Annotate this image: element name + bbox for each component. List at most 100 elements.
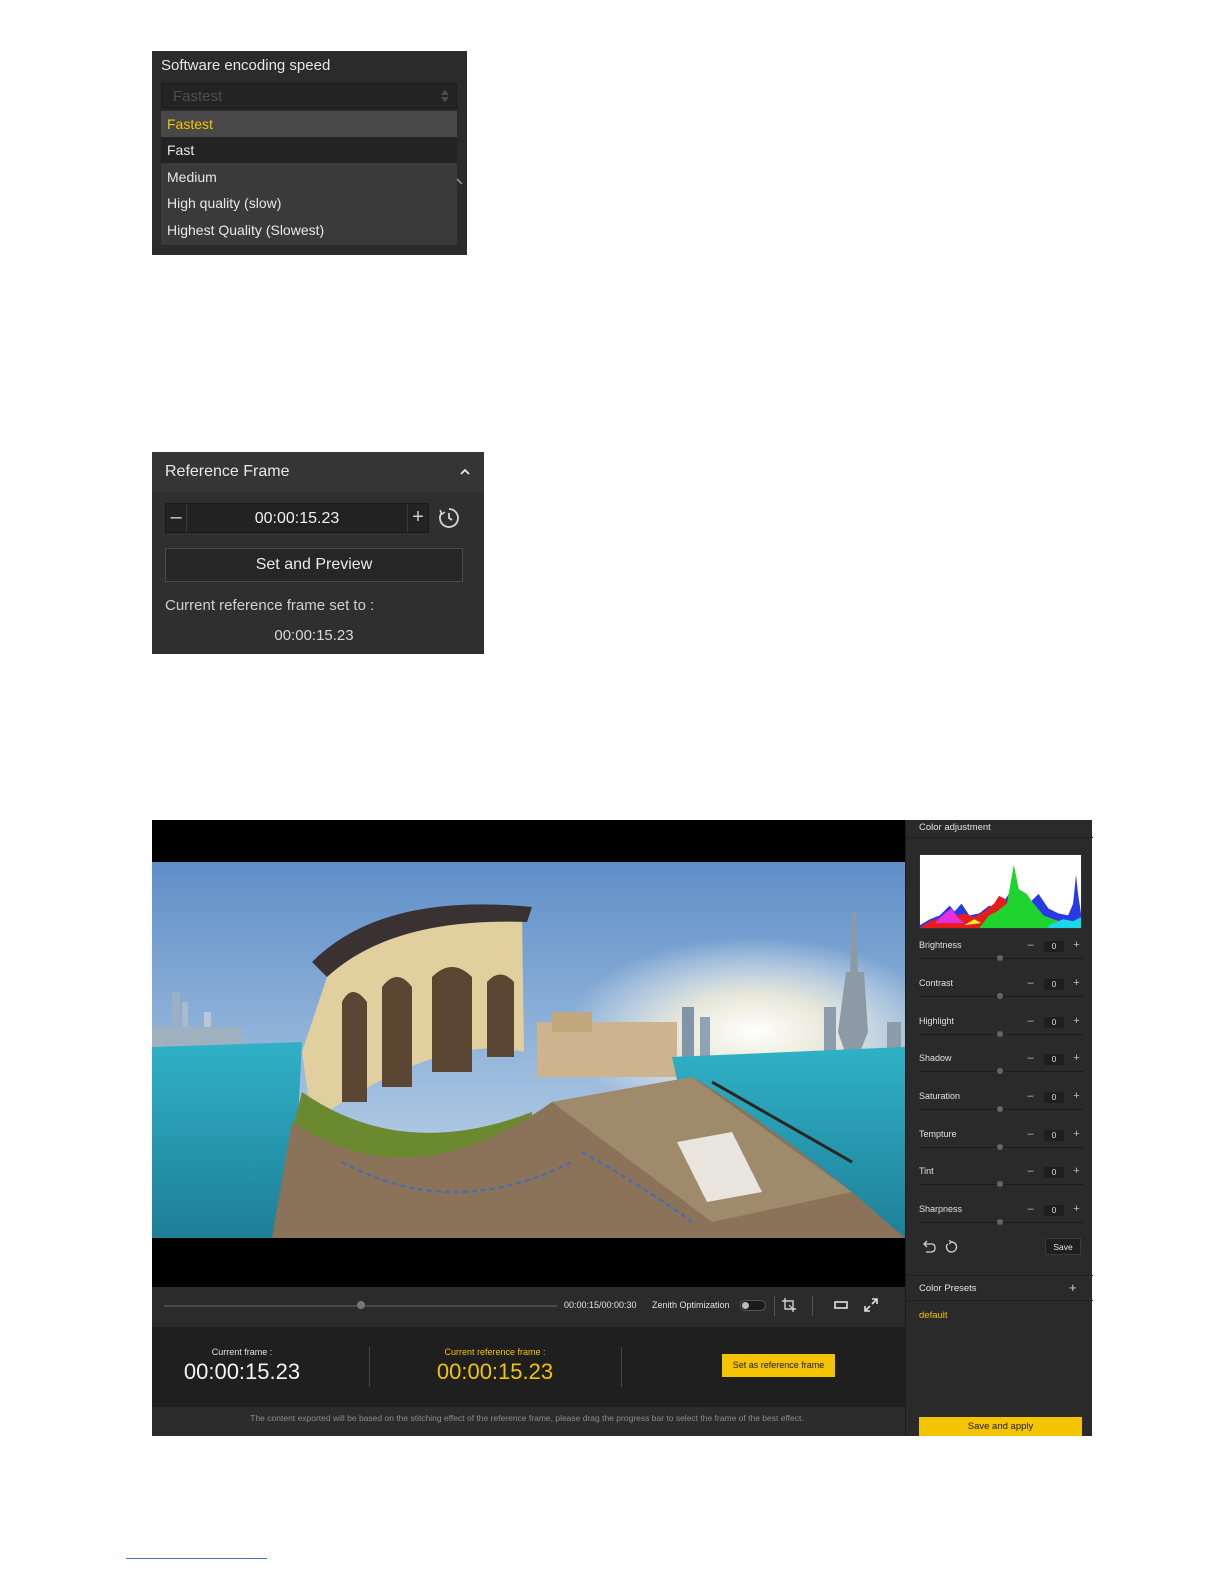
slider-handle[interactable]	[997, 1144, 1003, 1150]
increment-button[interactable]: +	[407, 504, 428, 532]
slider-handle[interactable]	[997, 1106, 1003, 1112]
encoding-speed-panel: Software encoding speed Fastest Fastest …	[152, 51, 467, 255]
adjustment-label: Tempture	[919, 1129, 957, 1139]
adjustment-label: Highlight	[919, 1016, 955, 1026]
slider-handle[interactable]	[997, 1031, 1003, 1037]
decrement-button[interactable]: –	[166, 504, 187, 532]
current-frame-value: 00:00:15.23	[183, 1359, 301, 1384]
zenith-optimization-toggle[interactable]	[740, 1300, 766, 1311]
scrollbar-corner-icon	[456, 178, 463, 185]
timeline-bar: 00:00:15/00:00:30 Zenith Optimization	[152, 1287, 905, 1327]
clock-icon[interactable]	[438, 507, 460, 529]
brightness-decrement[interactable]: –	[1025, 940, 1036, 952]
menu-option-high-quality[interactable]: High quality (slow)	[161, 190, 457, 216]
saturation-control: Saturation – 0 +	[919, 1091, 1084, 1127]
sharpness-value[interactable]: 0	[1044, 1205, 1064, 1216]
panorama-preview-image	[152, 862, 905, 1238]
save-and-apply-button[interactable]: Save and apply	[919, 1417, 1082, 1436]
sharpness-decrement[interactable]: –	[1025, 1204, 1036, 1216]
sharpness-control: Sharpness – 0 +	[919, 1204, 1084, 1240]
slider-handle[interactable]	[997, 1068, 1003, 1074]
slider-handle[interactable]	[997, 993, 1003, 999]
contrast-control: Contrast – 0 +	[919, 978, 1084, 1014]
current-reference-value: 00:00:15.23	[274, 627, 354, 644]
contrast-value[interactable]: 0	[1044, 979, 1064, 990]
slider-handle[interactable]	[997, 1181, 1003, 1187]
brightness-value[interactable]: 0	[1044, 941, 1064, 952]
reset-icon[interactable]	[944, 1240, 958, 1254]
preset-default[interactable]: default	[919, 1310, 948, 1321]
divider	[369, 1347, 370, 1387]
export-note-text: The content exported will be based on th…	[250, 1413, 804, 1423]
slider-handle[interactable]	[997, 955, 1003, 961]
reference-frame-panel: Reference Frame – 00:00:15.23 + Set and …	[152, 452, 484, 654]
set-as-reference-frame-button[interactable]: Set as reference frame	[722, 1354, 835, 1377]
temperature-control: Tempture – 0 +	[919, 1129, 1084, 1165]
menu-option-fast[interactable]: Fast	[161, 137, 457, 163]
color-presets-title: Color Presets	[919, 1283, 977, 1294]
save-button[interactable]: Save	[1045, 1238, 1081, 1255]
shadow-control: Shadow – 0 +	[919, 1053, 1084, 1089]
fullscreen-icon[interactable]	[863, 1297, 879, 1313]
tint-value[interactable]: 0	[1044, 1167, 1064, 1178]
undo-icon[interactable]	[922, 1240, 936, 1254]
brightness-control: Brightness – 0 +	[919, 940, 1084, 976]
reference-frame-header[interactable]: Reference Frame	[152, 452, 484, 492]
frame-info-bar: Current frame : 00:00:15.23 Current refe…	[152, 1327, 905, 1407]
brightness-increment[interactable]: +	[1071, 940, 1082, 952]
tint-increment[interactable]: +	[1071, 1166, 1082, 1178]
select-arrows-icon	[441, 90, 449, 104]
adjustment-label: Contrast	[919, 978, 954, 988]
adjustment-label: Sharpness	[919, 1204, 963, 1214]
crop-select-icon[interactable]	[781, 1297, 797, 1313]
divider	[774, 1296, 775, 1316]
divider	[812, 1296, 813, 1316]
highlight-control: Highlight – 0 +	[919, 1016, 1084, 1052]
adjustment-label: Tint	[919, 1166, 934, 1176]
sharpness-increment[interactable]: +	[1071, 1204, 1082, 1216]
divider	[621, 1347, 622, 1387]
temperature-decrement[interactable]: –	[1025, 1129, 1036, 1141]
encoding-speed-menu: Fastest Fast Medium High quality (slow) …	[161, 111, 457, 245]
encoding-speed-select[interactable]: Fastest	[161, 83, 457, 109]
aspect-ratio-icon[interactable]	[833, 1297, 849, 1313]
current-reference-frame-value: 00:00:15.23	[436, 1359, 554, 1384]
divider	[906, 1300, 1093, 1301]
shadow-increment[interactable]: +	[1071, 1053, 1082, 1065]
reference-frame-title: Reference Frame	[165, 463, 290, 480]
reference-time-input[interactable]: 00:00:15.23	[186, 510, 408, 528]
encoding-speed-selected-value: Fastest	[173, 88, 223, 105]
highlight-decrement[interactable]: –	[1025, 1016, 1036, 1028]
stitch-editor-window: 00:00:15/00:00:30 Zenith Optimization Cu…	[152, 820, 1093, 1436]
color-histogram	[919, 854, 1082, 929]
highlight-increment[interactable]: +	[1071, 1016, 1082, 1028]
chevron-up-icon[interactable]	[460, 467, 470, 477]
shadow-decrement[interactable]: –	[1025, 1053, 1036, 1065]
contrast-increment[interactable]: +	[1071, 978, 1082, 990]
divider	[906, 1275, 1093, 1276]
divider	[906, 837, 1093, 838]
slider-handle[interactable]	[997, 1219, 1003, 1225]
export-note: The content exported will be based on th…	[152, 1407, 905, 1436]
current-reference-frame-label: Current reference frame :	[444, 1347, 546, 1357]
saturation-increment[interactable]: +	[1071, 1091, 1082, 1103]
menu-option-fastest[interactable]: Fastest	[161, 111, 457, 137]
menu-option-medium[interactable]: Medium	[161, 164, 457, 190]
highlight-value[interactable]: 0	[1044, 1017, 1064, 1028]
saturation-value[interactable]: 0	[1044, 1092, 1064, 1103]
add-preset-button[interactable]: +	[1069, 1280, 1077, 1295]
set-and-preview-button[interactable]: Set and Preview	[165, 548, 463, 582]
contrast-decrement[interactable]: –	[1025, 978, 1036, 990]
tint-control: Tint – 0 +	[919, 1166, 1084, 1202]
menu-option-highest-quality[interactable]: Highest Quality (Slowest)	[161, 217, 457, 243]
adjustment-label: Brightness	[919, 940, 962, 950]
color-adjustment-title: Color adjustment	[919, 822, 991, 833]
footnote-rule	[126, 1558, 267, 1559]
temperature-increment[interactable]: +	[1071, 1129, 1082, 1141]
progress-handle[interactable]	[356, 1301, 365, 1309]
encoding-speed-title: Software encoding speed	[161, 57, 331, 74]
tint-decrement[interactable]: –	[1025, 1166, 1036, 1178]
saturation-decrement[interactable]: –	[1025, 1091, 1036, 1103]
temperature-value[interactable]: 0	[1044, 1130, 1064, 1141]
shadow-value[interactable]: 0	[1044, 1054, 1064, 1065]
